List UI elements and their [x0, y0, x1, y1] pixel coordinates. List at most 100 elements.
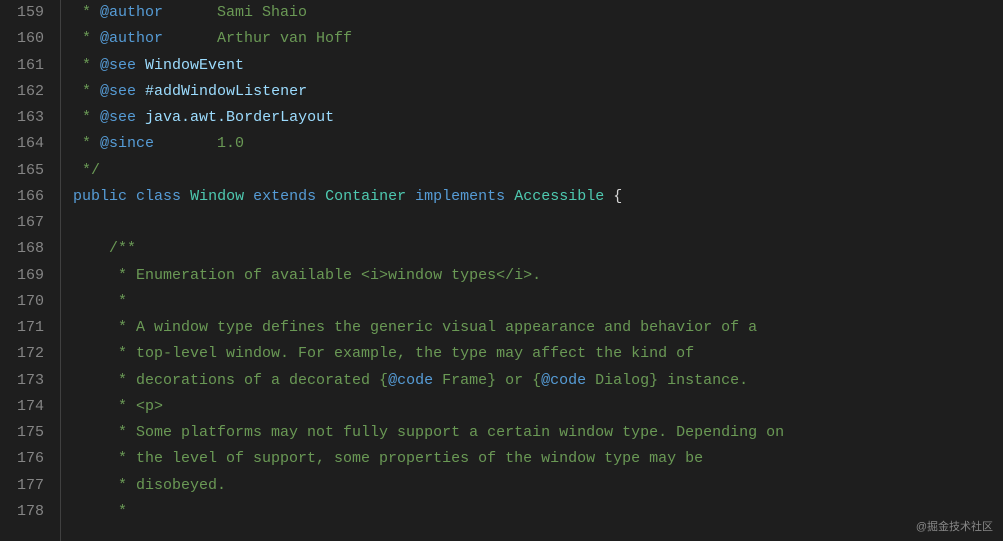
code-line[interactable]: * the level of support, some properties … — [73, 446, 1003, 472]
token-asterisk: * — [73, 4, 100, 21]
line-number: 176 — [0, 446, 44, 472]
token-javadoc: <p> — [136, 398, 163, 415]
token-javadoc: top-level window. For example, the type … — [136, 345, 694, 362]
code-line[interactable]: * Enumeration of available <i>window typ… — [73, 263, 1003, 289]
code-line[interactable]: * top-level window. For example, the typ… — [73, 341, 1003, 367]
line-number: 163 — [0, 105, 44, 131]
code-line[interactable]: * decorations of a decorated {@code Fram… — [73, 368, 1003, 394]
line-number: 166 — [0, 184, 44, 210]
line-number: 168 — [0, 236, 44, 262]
token-javadoc: Sami Shaio — [163, 4, 307, 21]
token-javadoc: Frame} or { — [433, 372, 541, 389]
token-kw: class — [136, 188, 181, 205]
code-line[interactable]: * @since 1.0 — [73, 131, 1003, 157]
line-number: 159 — [0, 0, 44, 26]
token-punc — [181, 188, 190, 205]
line-number: 171 — [0, 315, 44, 341]
token-punc — [244, 188, 253, 205]
token-punc — [406, 188, 415, 205]
code-line[interactable]: * Some platforms may not fully support a… — [73, 420, 1003, 446]
token-javadoc — [136, 57, 145, 74]
code-line[interactable]: * @see WindowEvent — [73, 53, 1003, 79]
token-javadoc — [136, 109, 145, 126]
token-javadoc: Some platforms may not fully support a c… — [136, 424, 784, 441]
token-tag: @see — [100, 109, 136, 126]
code-line[interactable]: /** — [73, 236, 1003, 262]
token-kw: implements — [415, 188, 505, 205]
token-asterisk: * — [73, 135, 100, 152]
token-punc: { — [604, 188, 622, 205]
code-line[interactable]: * disobeyed. — [73, 473, 1003, 499]
line-number: 169 — [0, 263, 44, 289]
token-javadoc: the level of support, some properties of… — [136, 450, 703, 467]
token-javadoc: Dialog} instance. — [586, 372, 748, 389]
code-line[interactable]: * @author Arthur van Hoff — [73, 26, 1003, 52]
token-punc — [127, 188, 136, 205]
line-number: 162 — [0, 79, 44, 105]
token-tag: @author — [100, 30, 163, 47]
line-number: 173 — [0, 368, 44, 394]
token-asterisk: * — [73, 83, 100, 100]
token-tag: @see — [100, 83, 136, 100]
token-punc — [73, 214, 82, 231]
token-javadoc: disobeyed. — [136, 477, 226, 494]
token-asterisk: * — [73, 109, 100, 126]
token-type: Container — [325, 188, 406, 205]
line-number: 167 — [0, 210, 44, 236]
token-punc — [505, 188, 514, 205]
token-asterisk: * — [73, 477, 136, 494]
token-kw: extends — [253, 188, 316, 205]
token-asterisk: * — [73, 345, 136, 362]
token-asterisk: * — [73, 424, 136, 441]
code-editor[interactable]: 1591601611621631641651661671681691701711… — [0, 0, 1003, 541]
token-asterisk: * — [73, 57, 100, 74]
token-asterisk: */ — [73, 162, 100, 179]
token-asterisk: * — [73, 293, 127, 310]
line-number: 170 — [0, 289, 44, 315]
watermark: @掘金技术社区 — [916, 518, 993, 537]
line-number: 164 — [0, 131, 44, 157]
token-atcode: @code — [388, 372, 433, 389]
token-asterisk: /** — [73, 240, 136, 257]
token-javadoc: A window type defines the generic visual… — [136, 319, 757, 336]
code-line[interactable]: public class Window extends Container im… — [73, 184, 1003, 210]
line-number: 177 — [0, 473, 44, 499]
line-number: 165 — [0, 158, 44, 184]
code-line[interactable] — [73, 210, 1003, 236]
token-javadoc: Enumeration of available <i>window types… — [136, 267, 541, 284]
token-tagval: #addWindowListener — [145, 83, 307, 100]
line-number-gutter: 1591601611621631641651661671681691701711… — [0, 0, 60, 541]
code-line[interactable]: * A window type defines the generic visu… — [73, 315, 1003, 341]
line-number: 172 — [0, 341, 44, 367]
token-tag: @see — [100, 57, 136, 74]
token-atcode: @code — [541, 372, 586, 389]
line-number: 160 — [0, 26, 44, 52]
token-asterisk: * — [73, 372, 136, 389]
token-tagval: java.awt.BorderLayout — [145, 109, 334, 126]
code-line[interactable]: * — [73, 289, 1003, 315]
line-number: 174 — [0, 394, 44, 420]
line-number: 161 — [0, 53, 44, 79]
code-line[interactable]: * @see #addWindowListener — [73, 79, 1003, 105]
code-line[interactable]: * @see java.awt.BorderLayout — [73, 105, 1003, 131]
token-javadoc — [136, 83, 145, 100]
token-asterisk: * — [73, 503, 127, 520]
token-javadoc: 1.0 — [154, 135, 244, 152]
code-line[interactable]: */ — [73, 158, 1003, 184]
token-punc — [316, 188, 325, 205]
token-type: Window — [190, 188, 244, 205]
token-type: Accessible — [514, 188, 604, 205]
code-area[interactable]: * @author Sami Shaio * @author Arthur va… — [60, 0, 1003, 541]
token-javadoc: decorations of a decorated { — [136, 372, 388, 389]
token-asterisk: * — [73, 398, 136, 415]
token-asterisk: * — [73, 319, 136, 336]
token-tag: @since — [100, 135, 154, 152]
token-asterisk: * — [73, 450, 136, 467]
token-tag: @author — [100, 4, 163, 21]
code-line[interactable]: * — [73, 499, 1003, 525]
token-tagval: WindowEvent — [145, 57, 244, 74]
code-line[interactable]: * @author Sami Shaio — [73, 0, 1003, 26]
code-line[interactable]: * <p> — [73, 394, 1003, 420]
token-asterisk: * — [73, 267, 136, 284]
token-asterisk: * — [73, 30, 100, 47]
